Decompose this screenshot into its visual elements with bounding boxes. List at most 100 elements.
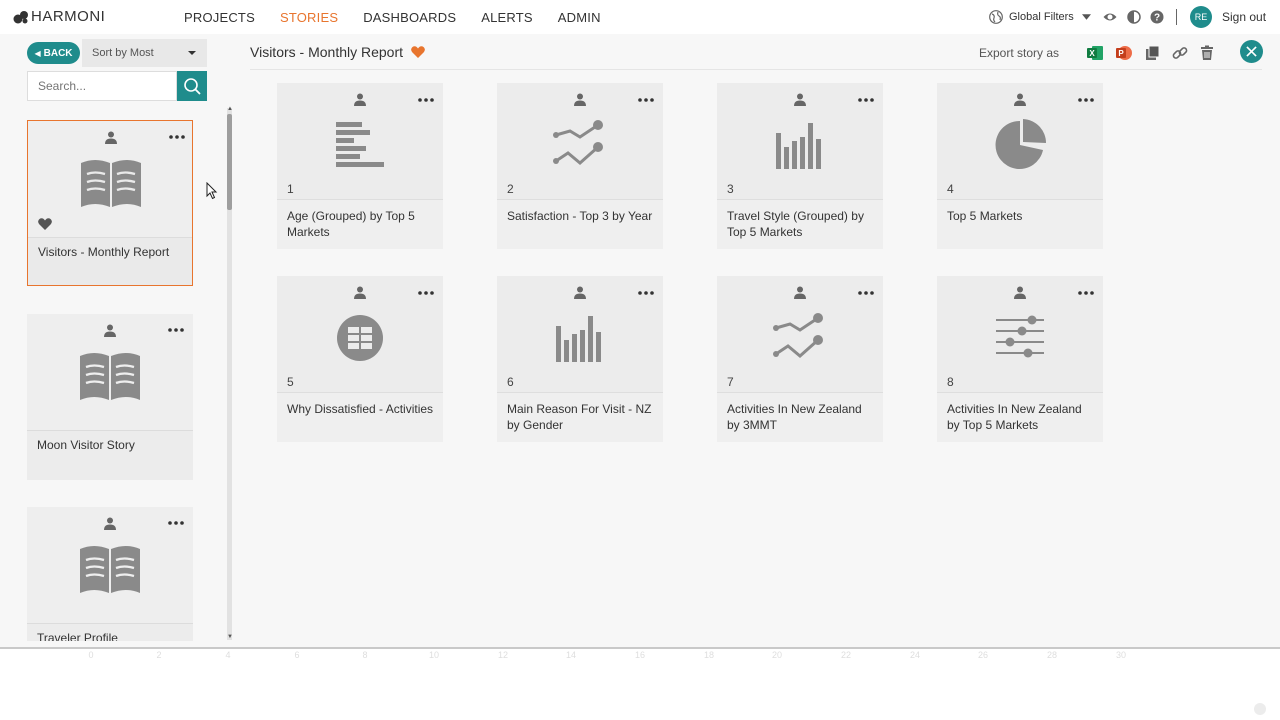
filter-sliders-icon bbox=[996, 315, 1044, 358]
mouse-cursor-icon bbox=[206, 182, 218, 200]
sort-dropdown[interactable]: Sort by Most bbox=[82, 39, 207, 67]
chevron-left-icon: ◀ bbox=[34, 48, 41, 58]
nav-stories[interactable]: STORIES bbox=[280, 10, 338, 25]
more-options-icon[interactable] bbox=[169, 135, 185, 139]
visualization-card[interactable]: 8 Activities In New Zealand by Top 5 Mar… bbox=[937, 276, 1103, 442]
heart-icon[interactable] bbox=[411, 46, 425, 58]
more-options-icon[interactable] bbox=[1078, 98, 1094, 102]
more-options-icon[interactable] bbox=[418, 98, 434, 102]
story-card[interactable]: Moon Visitor Story bbox=[27, 314, 193, 480]
sign-out-link[interactable]: Sign out bbox=[1222, 10, 1266, 24]
story-title: Traveler Profile bbox=[37, 631, 118, 641]
axis-tick: 24 bbox=[909, 650, 921, 660]
visualization-card[interactable]: 6 Main Reason For Visit - NZ by Gender bbox=[497, 276, 663, 442]
more-options-icon[interactable] bbox=[168, 328, 184, 332]
search-button[interactable] bbox=[177, 71, 207, 101]
book-icon bbox=[81, 160, 141, 207]
scroll-down-arrow-icon[interactable]: ▼ bbox=[227, 634, 233, 640]
story-card[interactable]: Visitors - Monthly Report bbox=[27, 120, 193, 286]
viz-number: 5 bbox=[287, 375, 294, 389]
card-divider bbox=[27, 430, 193, 431]
axis-tick: 20 bbox=[771, 650, 783, 660]
viz-name: Activities In New Zealand by Top 5 Marke… bbox=[947, 402, 1082, 432]
copy-icon[interactable] bbox=[1145, 45, 1161, 61]
card-divider bbox=[27, 623, 193, 624]
faint-axis-ticks: 0 2 4 6 8 10 12 14 16 18 20 22 24 26 28 … bbox=[0, 649, 1280, 663]
visualization-card[interactable]: 5 Why Dissatisfied - Activities bbox=[277, 276, 443, 442]
more-options-icon[interactable] bbox=[858, 291, 874, 295]
user-icon bbox=[574, 286, 586, 299]
close-story-button[interactable] bbox=[1240, 40, 1263, 63]
visualization-card[interactable]: 7 Activities In New Zealand by 3MMT bbox=[717, 276, 883, 442]
nav-dashboards[interactable]: DASHBOARDS bbox=[363, 10, 456, 25]
excel-icon[interactable]: X bbox=[1087, 45, 1103, 61]
close-icon bbox=[1246, 46, 1257, 57]
more-options-icon[interactable] bbox=[1078, 291, 1094, 295]
powerpoint-icon[interactable]: P bbox=[1116, 45, 1132, 61]
contrast-icon[interactable] bbox=[1127, 10, 1141, 24]
header-rule bbox=[250, 69, 1262, 70]
help-icon[interactable]: ? bbox=[1150, 10, 1164, 24]
visualization-card[interactable]: 4 Top 5 Markets bbox=[937, 83, 1103, 249]
axis-tick: 22 bbox=[840, 650, 852, 660]
axis-tick: 8 bbox=[362, 650, 368, 660]
visualization-card[interactable]: 1 Age (Grouped) by Top 5 Markets bbox=[277, 83, 443, 249]
bar-chart-icon bbox=[776, 123, 821, 169]
viz-number: 6 bbox=[507, 375, 514, 389]
story-title: Moon Visitor Story bbox=[37, 438, 135, 452]
visualization-card[interactable]: 3 Travel Style (Grouped) by Top 5 Market… bbox=[717, 83, 883, 249]
trash-icon[interactable] bbox=[1199, 45, 1215, 61]
more-options-icon[interactable] bbox=[638, 291, 654, 295]
more-options-icon[interactable] bbox=[638, 98, 654, 102]
viz-number: 8 bbox=[947, 375, 954, 389]
global-filters-label: Global Filters bbox=[1009, 11, 1074, 23]
user-icon bbox=[354, 286, 366, 299]
axis-tick: 4 bbox=[225, 650, 231, 660]
axis-tick: 6 bbox=[294, 650, 300, 660]
more-options-icon[interactable] bbox=[418, 291, 434, 295]
user-icon bbox=[1014, 93, 1026, 106]
axis-tick: 30 bbox=[1115, 650, 1127, 660]
back-button[interactable]: ◀ BACK bbox=[27, 42, 80, 64]
viz-number: 2 bbox=[507, 182, 514, 196]
axis-tick: 10 bbox=[428, 650, 440, 660]
story-card[interactable]: Traveler Profile bbox=[27, 507, 193, 641]
global-filters-dropdown[interactable]: Global Filters bbox=[989, 10, 1091, 24]
user-icon bbox=[105, 131, 117, 144]
visualization-card[interactable]: 2 Satisfaction - Top 3 by Year bbox=[497, 83, 663, 249]
nav-projects[interactable]: PROJECTS bbox=[184, 10, 255, 25]
viz-name: Satisfaction - Top 3 by Year bbox=[507, 209, 653, 223]
axis-tick: 16 bbox=[634, 650, 646, 660]
viz-number: 4 bbox=[947, 182, 954, 196]
book-icon bbox=[80, 353, 140, 400]
axis-tick: 2 bbox=[156, 650, 162, 660]
nav-alerts[interactable]: ALERTS bbox=[481, 10, 533, 25]
book-icon bbox=[80, 546, 140, 593]
link-icon[interactable] bbox=[1172, 45, 1188, 61]
line-chart-icon bbox=[773, 313, 823, 358]
back-label: BACK bbox=[43, 47, 73, 59]
info-icon[interactable] bbox=[1254, 703, 1266, 715]
harmoni-logo[interactable]: HARMONI bbox=[13, 8, 105, 25]
user-icon bbox=[574, 93, 586, 106]
card-divider bbox=[497, 392, 663, 393]
axis-tick: 0 bbox=[88, 650, 94, 660]
story-title: Visitors - Monthly Report bbox=[38, 245, 170, 259]
axis-tick: 28 bbox=[1046, 650, 1058, 660]
pie-chart-icon bbox=[995, 119, 1046, 169]
scroll-up-arrow-icon[interactable]: ▲ bbox=[227, 106, 233, 112]
nav-admin[interactable]: ADMIN bbox=[558, 10, 601, 25]
eye-icon[interactable] bbox=[1103, 10, 1117, 24]
card-divider bbox=[937, 392, 1103, 393]
brand-name: HARMONI bbox=[31, 8, 106, 25]
heart-icon[interactable] bbox=[38, 218, 52, 230]
more-options-icon[interactable] bbox=[858, 98, 874, 102]
bar-chart-icon bbox=[556, 316, 601, 362]
search-input[interactable] bbox=[27, 71, 177, 101]
page-title: Visitors - Monthly Report bbox=[250, 44, 404, 60]
sidebar-scrollbar-thumb[interactable] bbox=[227, 114, 232, 210]
more-options-icon[interactable] bbox=[168, 521, 184, 525]
svg-text:X: X bbox=[1089, 49, 1095, 58]
avatar[interactable]: RE bbox=[1190, 6, 1212, 28]
globe-icon bbox=[989, 10, 1003, 24]
